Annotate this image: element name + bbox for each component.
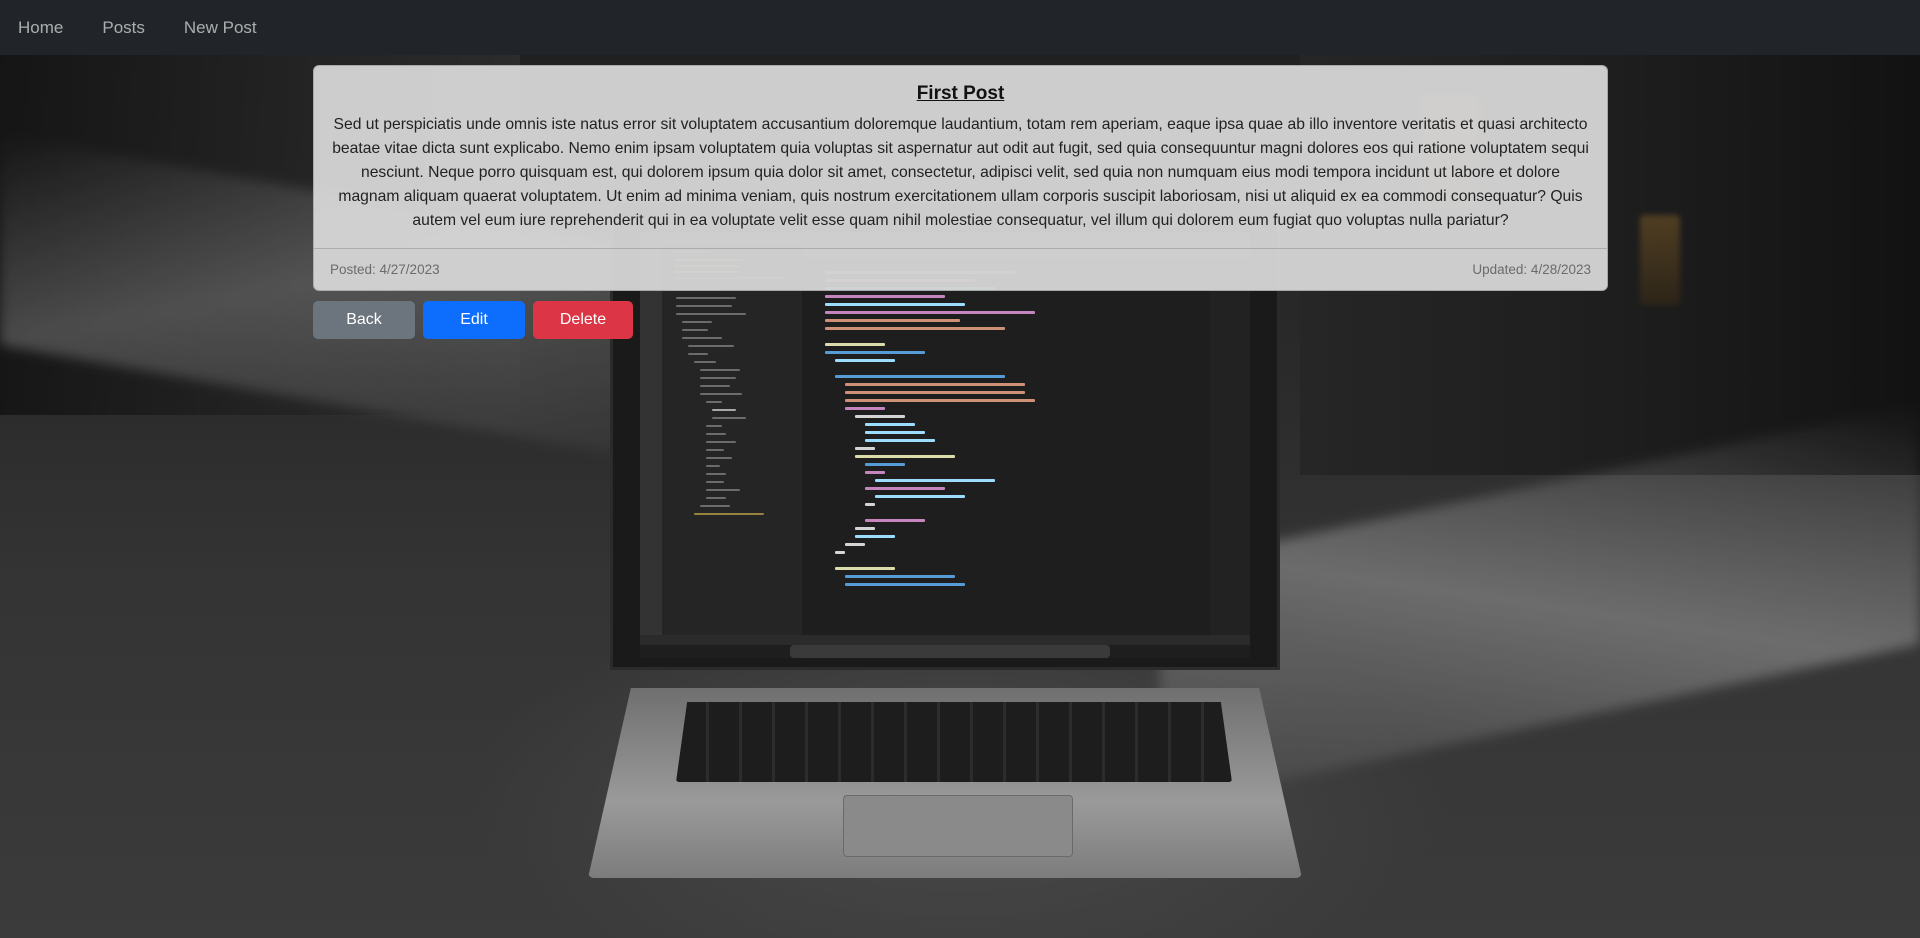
back-button[interactable]: Back [313, 301, 415, 339]
editor-file-explorer [662, 245, 802, 645]
nav-link-home[interactable]: Home [18, 18, 63, 38]
post-actions: Back Edit Delete [313, 301, 633, 339]
post-body: Sed ut perspiciatis unde omnis iste natu… [332, 116, 1589, 229]
post-footer: Posted: 4/27/2023 Updated: 4/28/2023 [314, 248, 1607, 290]
background-window-light [1640, 215, 1680, 305]
updated-date: Updated: 4/28/2023 [1472, 262, 1591, 277]
top-navbar: Home Posts New Post [0, 0, 1920, 55]
laptop-keyboard [676, 702, 1232, 782]
editor-statusbar [640, 635, 1250, 645]
laptop-code-editor [640, 233, 1250, 658]
posted-date: Posted: 4/27/2023 [330, 262, 440, 277]
laptop-trackpad [843, 795, 1073, 857]
delete-button[interactable]: Delete [533, 301, 633, 339]
os-dock [790, 645, 1110, 658]
nav-link-posts[interactable]: Posts [102, 18, 145, 38]
nav-link-new-post[interactable]: New Post [184, 18, 257, 38]
edit-button[interactable]: Edit [423, 301, 525, 339]
post-card: First Post Sed ut perspiciatis unde omni… [313, 65, 1608, 291]
post-title: First Post [916, 83, 1005, 104]
editor-minimap [1210, 259, 1250, 645]
editor-activity-bar [640, 245, 662, 645]
